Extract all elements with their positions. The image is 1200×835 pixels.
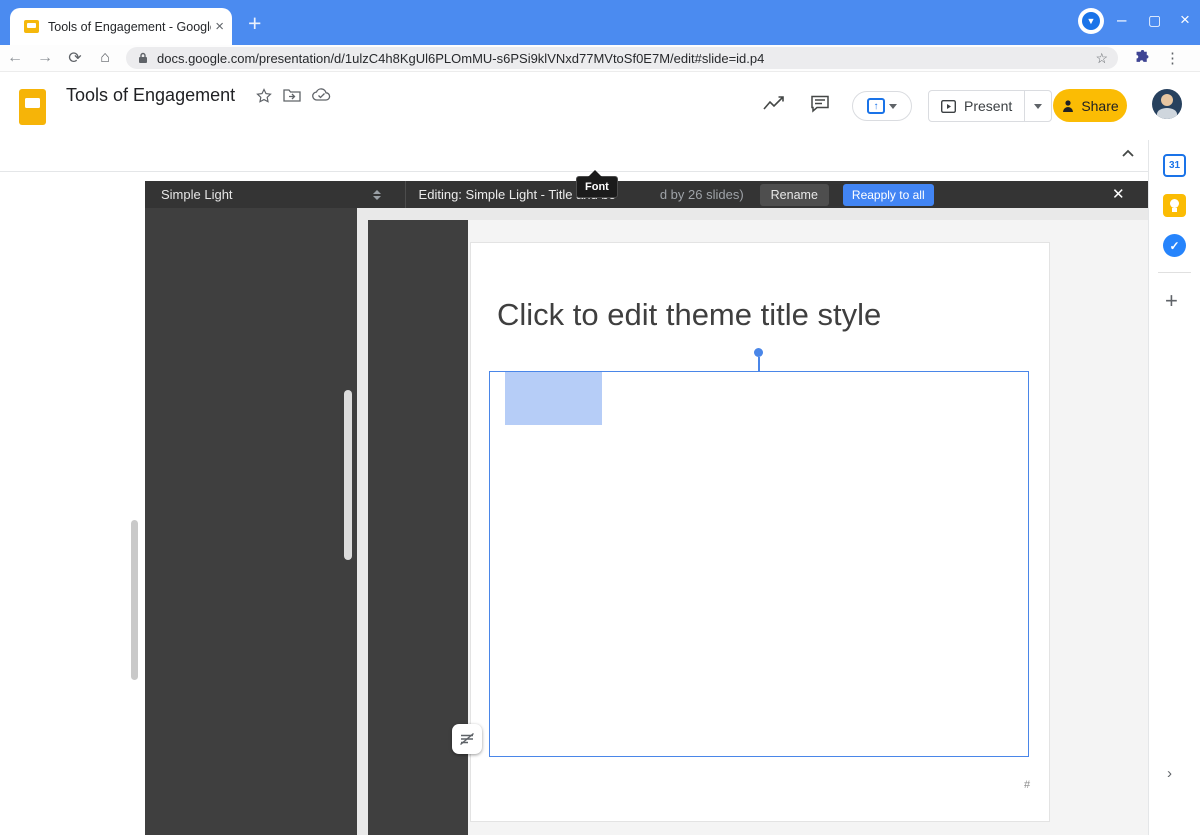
browser-tab[interactable]: Tools of Engagement - Google Sl × [10,8,232,45]
theme-editing-bar: Simple Light Editing: Simple Light - Tit… [145,181,1148,208]
calendar-icon[interactable]: 31 [1163,154,1186,177]
slides-toolbar [0,140,1148,172]
used-by-text: d by 26 slides) [660,187,744,202]
activity-trend-icon[interactable] [763,96,785,112]
reapply-to-all-button[interactable]: Reapply to all [843,184,934,206]
close-window-button[interactable]: × [1180,10,1190,30]
bookmark-star-icon[interactable]: ☆ [1095,50,1108,67]
autofit-indicator-button[interactable] [452,724,482,754]
vertical-ruler [357,220,368,835]
close-theme-editor-icon[interactable]: ✕ [1112,185,1125,203]
font-tooltip: Font [576,176,618,198]
present-options-caret[interactable] [1024,91,1051,121]
tasks-icon[interactable]: ✓ [1163,234,1186,257]
url-text: docs.google.com/presentation/d/1ulzC4h8K… [157,51,1095,66]
collapse-toolbar-icon[interactable] [1120,146,1136,162]
minimize-button[interactable]: – [1117,10,1126,30]
chevron-down-icon: ▼ [1082,12,1100,30]
horizontal-ruler [357,208,1148,220]
forward-icon[interactable]: → [30,49,60,67]
filmstrip-scrollbar[interactable] [131,520,138,680]
present-button[interactable]: Present [928,90,1052,122]
share-button[interactable]: Share [1053,89,1127,122]
rotation-handle[interactable] [754,348,763,357]
present-to-meeting-button[interactable]: ↑ [852,91,912,121]
keep-icon[interactable] [1163,194,1186,217]
get-addons-icon[interactable]: + [1165,288,1178,314]
play-slideshow-icon [941,100,956,113]
extensions-puzzle-icon[interactable] [1134,50,1151,67]
move-folder-icon[interactable] [283,88,301,102]
hide-panel-icon[interactable]: › [1167,765,1172,782]
browser-navbar: ← → ⟳ ⌂ docs.google.com/presentation/d/1… [0,45,1200,72]
slides-header: Tools of Engagement ↑ [0,72,1200,140]
sort-arrows-icon[interactable] [373,190,381,200]
selected-text-box[interactable] [489,371,1029,757]
slide-filmstrip [0,172,145,835]
comment-history-icon[interactable] [810,95,830,113]
browser-menu-icon[interactable]: ⋮ [1165,49,1180,67]
browser-tab-strip: Tools of Engagement - Google Sl × + ▼ – … [0,0,1200,45]
account-avatar[interactable] [1152,89,1182,119]
autofit-off-icon [459,732,475,746]
layout-panel-scrollbar[interactable] [344,390,352,560]
home-icon[interactable]: ⌂ [90,49,120,67]
chevron-down-icon [889,104,897,109]
tab-close-icon[interactable]: × [215,18,224,35]
rotation-handle-line [758,357,760,371]
arrow-up-box-icon: ↑ [867,98,885,114]
slide-number-placeholder[interactable]: # [1024,779,1030,791]
lock-icon [138,52,148,64]
new-tab-button[interactable]: + [248,10,261,37]
divider [405,181,406,208]
cloud-saved-icon[interactable] [312,88,331,102]
person-lock-icon [1061,99,1075,113]
url-bar[interactable]: docs.google.com/presentation/d/1ulzC4h8K… [126,47,1118,69]
tab-title: Tools of Engagement - Google Sl [48,20,211,34]
present-label: Present [964,98,1012,114]
sidebar-divider [1158,272,1191,273]
back-icon[interactable]: ← [0,49,30,67]
rename-button[interactable]: Rename [760,184,829,206]
reload-icon[interactable]: ⟳ [60,48,90,68]
document-title[interactable]: Tools of Engagement [66,85,235,106]
maximize-button[interactable]: ▢ [1148,12,1161,29]
theme-name: Simple Light [161,187,233,202]
slide-title-placeholder[interactable]: Click to edit theme title style [497,297,881,333]
profile-caret-button[interactable]: ▼ [1078,8,1104,34]
share-label: Share [1081,98,1118,114]
slides-logo-icon[interactable] [19,89,46,125]
slides-favicon-icon [24,20,39,33]
star-outline-icon[interactable] [256,88,272,104]
